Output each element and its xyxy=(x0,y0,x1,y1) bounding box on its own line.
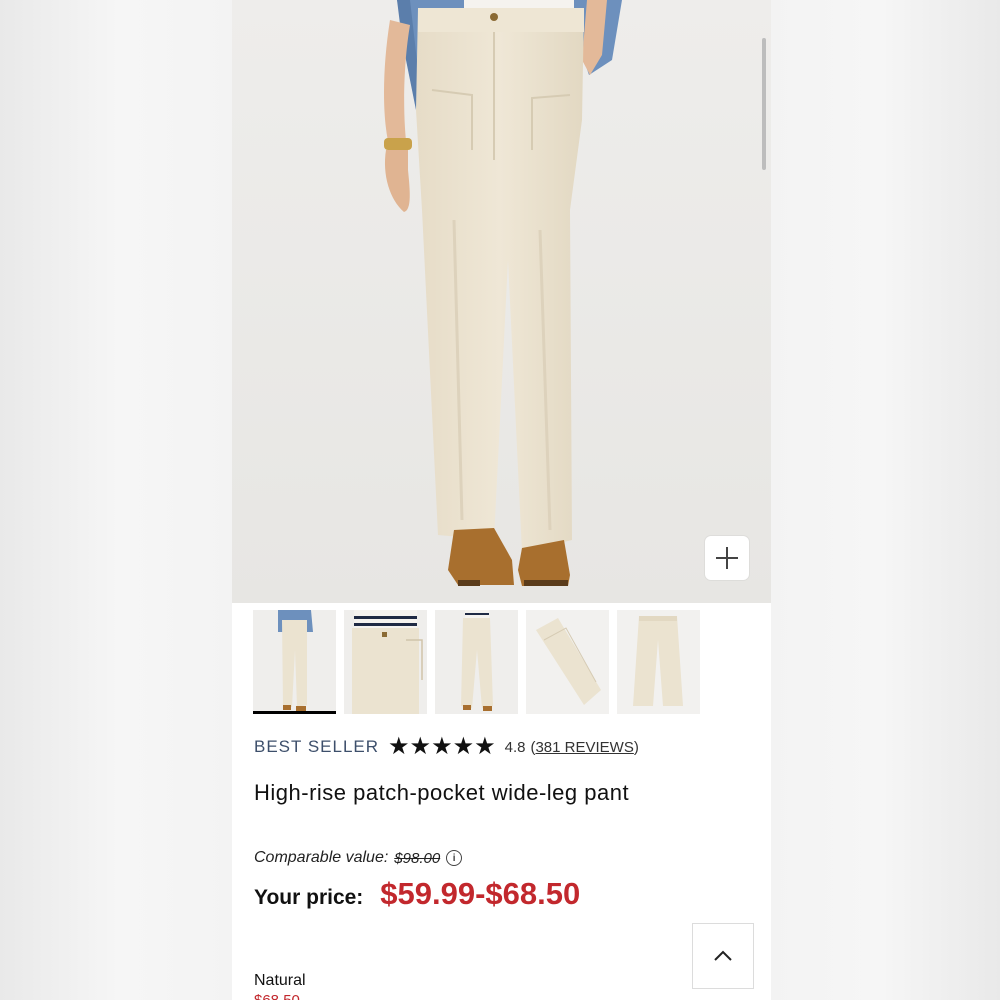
comparable-label: Comparable value: xyxy=(254,849,389,866)
star-icon: ★ xyxy=(431,733,453,760)
star-icon: ★ xyxy=(388,733,410,760)
rating-value: 4.8 xyxy=(504,738,526,756)
thumbnail-image xyxy=(344,610,427,714)
thumbnail-2[interactable] xyxy=(344,610,427,714)
zoom-button[interactable] xyxy=(705,536,749,580)
product-title: High-rise patch-pocket wide-leg pant xyxy=(254,780,630,805)
chevron-up-icon xyxy=(714,950,732,961)
reviews-close-paren: ) xyxy=(633,738,639,756)
price-row: Your price: $59.99-$68.50 xyxy=(254,876,580,912)
color-price: $68.50 xyxy=(254,992,300,1000)
plus-icon xyxy=(716,547,738,569)
color-name: Natural xyxy=(254,972,306,989)
thumbnail-5[interactable] xyxy=(617,610,700,714)
thumbnail-3[interactable] xyxy=(435,610,518,714)
product-page: BEST SELLER ★ ★ ★ ★ ★ 4.8 (381 REVIEWS) … xyxy=(232,0,771,1000)
thumbnail-1[interactable] xyxy=(253,610,336,714)
comparable-value-row: Comparable value: $98.00 i xyxy=(254,849,463,867)
product-hero-image[interactable] xyxy=(232,0,771,603)
star-icon: ★ xyxy=(409,733,432,760)
thumbnail-image xyxy=(435,610,518,714)
reviews-link[interactable]: 381 REVIEWS xyxy=(535,739,633,756)
best-seller-badge: BEST SELLER xyxy=(254,737,380,756)
model-photo xyxy=(232,0,771,603)
star-icon: ★ xyxy=(452,733,475,760)
thumbnail-strip xyxy=(253,610,700,716)
star-rating: ★ ★ ★ ★ ★ xyxy=(388,733,496,761)
thumbnail-image xyxy=(617,610,700,714)
price-label: Your price: xyxy=(254,886,364,909)
price-value: $59.99-$68.50 xyxy=(380,876,581,911)
thumbnail-4[interactable] xyxy=(526,610,609,714)
thumbnail-image xyxy=(526,610,609,714)
thumbnail-image xyxy=(253,610,336,714)
comparable-price: $98.00 xyxy=(394,849,441,867)
reviews-wrap: (381 REVIEWS) xyxy=(530,739,638,756)
star-icon: ★ xyxy=(474,733,496,760)
info-icon[interactable]: i xyxy=(446,850,463,866)
image-scrollbar[interactable] xyxy=(762,38,766,170)
rating-row: BEST SELLER ★ ★ ★ ★ ★ 4.8 (381 REVIEWS) xyxy=(254,733,639,761)
back-to-top-button[interactable] xyxy=(692,923,754,989)
